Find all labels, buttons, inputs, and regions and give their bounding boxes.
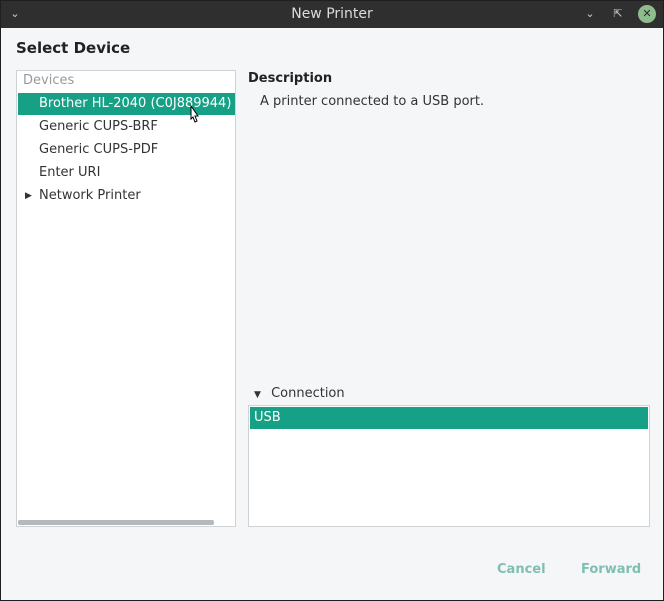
restore-icon[interactable]: ⇱: [609, 5, 627, 23]
mouse-pointer-icon: [190, 104, 199, 123]
minimize-icon[interactable]: ⌄: [581, 5, 599, 23]
cancel-button[interactable]: Cancel: [497, 559, 546, 581]
device-item-label: Brother HL-2040 (C0J889944): [39, 96, 232, 111]
devices-list[interactable]: Devices Brother HL-2040 (C0J889944) Gene…: [16, 70, 236, 527]
connection-item-label: USB: [254, 410, 281, 425]
device-item-label: Network Printer: [39, 188, 141, 203]
device-item-brother-hl-2040[interactable]: Brother HL-2040 (C0J889944): [18, 93, 235, 115]
device-item-enter-uri[interactable]: Enter URI: [18, 162, 235, 184]
device-item-network-printer[interactable]: ▶ Network Printer: [18, 185, 235, 207]
connection-label: Connection: [271, 386, 345, 401]
device-item-label: Generic CUPS-BRF: [39, 119, 158, 134]
page-title: Select Device: [16, 39, 131, 57]
titlebar: ⌄ New Printer ⌄ ⇱ ✕: [1, 1, 663, 28]
close-icon[interactable]: ✕: [638, 5, 656, 23]
device-item-label: Generic CUPS-PDF: [39, 142, 159, 157]
description-title: Description: [248, 71, 333, 86]
device-item-generic-cups-brf[interactable]: Generic CUPS-BRF: [18, 116, 235, 138]
devices-column-header[interactable]: Devices: [23, 73, 74, 88]
device-item-label: Enter URI: [39, 165, 101, 180]
device-item-generic-cups-pdf[interactable]: Generic CUPS-PDF: [18, 139, 235, 161]
forward-button[interactable]: Forward: [581, 559, 641, 581]
connection-list[interactable]: USB: [248, 405, 650, 527]
description-text: A printer connected to a USB port.: [260, 94, 485, 109]
expand-right-icon[interactable]: ▶: [25, 185, 32, 207]
horizontal-scrollbar[interactable]: [18, 520, 214, 525]
expand-down-icon: ▼: [254, 390, 261, 400]
connection-expander[interactable]: ▼ Connection: [254, 386, 345, 401]
new-printer-window: ⌄ New Printer ⌄ ⇱ ✕ Select Device Device…: [0, 0, 664, 601]
connection-item-usb[interactable]: USB: [250, 407, 648, 429]
window-title: New Printer: [291, 6, 373, 22]
